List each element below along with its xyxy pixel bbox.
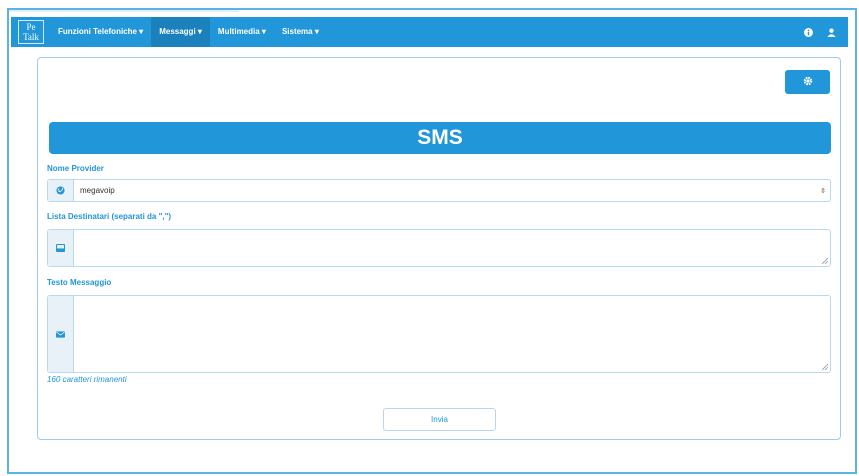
app-logo[interactable]: Pe Talk (18, 20, 44, 44)
nav-funzioni-telefoniche[interactable]: Funzioni Telefoniche ▾ (50, 17, 151, 47)
inbox-icon (55, 239, 66, 257)
send-button[interactable]: Invia (383, 408, 496, 431)
nav-multimedia[interactable]: Multimedia ▾ (210, 17, 274, 47)
resize-handle-icon[interactable] (822, 258, 828, 264)
nav-sistema[interactable]: Sistema ▾ (274, 17, 327, 47)
message-label: Testo Messaggio (47, 278, 112, 287)
message-textarea[interactable] (74, 296, 830, 372)
resize-handle-icon[interactable] (822, 364, 828, 370)
frame-top-line (9, 10, 239, 12)
info-icon[interactable] (804, 27, 813, 37)
provider-addon (48, 180, 74, 201)
message-addon (48, 296, 74, 372)
nav-messaggi[interactable]: Messaggi ▾ (151, 17, 210, 47)
envelope-icon (56, 325, 65, 343)
settings-button[interactable] (785, 70, 830, 94)
top-navbar: Pe Talk Funzioni Telefoniche ▾ Messaggi … (11, 17, 848, 47)
message-field[interactable] (47, 295, 831, 373)
recipients-field[interactable] (47, 229, 831, 267)
sms-panel: SMS Nome Provider megavoip ⇳ Lista Desti… (37, 57, 841, 440)
provider-value: megavoip (80, 186, 115, 195)
recipients-textarea[interactable] (74, 230, 830, 266)
recipients-addon (48, 230, 74, 266)
remaining-characters: 160 caratteri rimanenti (47, 375, 127, 384)
select-arrows-icon: ⇳ (820, 187, 826, 195)
page-title: SMS (49, 122, 831, 154)
provider-label: Nome Provider (47, 164, 104, 173)
user-icon[interactable] (827, 28, 836, 37)
gear-icon (803, 73, 813, 91)
globe-icon (56, 182, 65, 200)
logo-line-1: Pe (26, 22, 36, 32)
recipients-label: Lista Destinatari (separati da ",") (47, 212, 172, 221)
provider-select[interactable]: megavoip ⇳ (47, 179, 831, 202)
logo-line-2: Talk (23, 32, 39, 42)
